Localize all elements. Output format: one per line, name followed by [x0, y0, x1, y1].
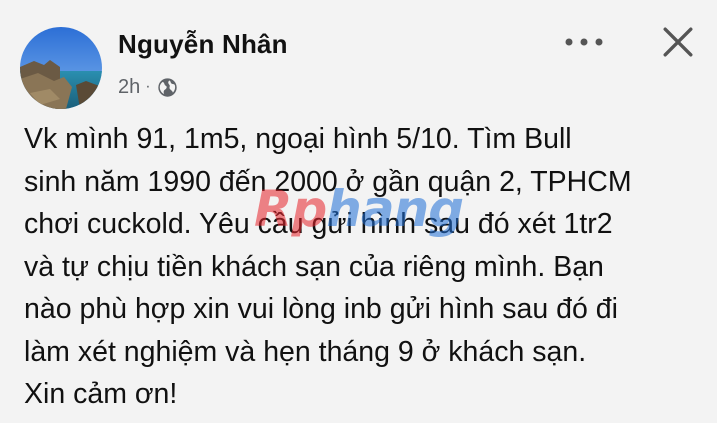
avatar[interactable]: [20, 27, 102, 109]
close-icon: [663, 27, 693, 57]
meta-separator: ·: [145, 78, 151, 95]
post-body-line: Vk mình 91, 1m5, ngoại hình 5/10. Tìm Bu…: [24, 123, 572, 155]
post-body-line: sinh năm 1990 đến 2000 ở gần quận 2, TPH…: [24, 165, 632, 198]
post-header: Nguyễn Nhân 2h ·: [0, 0, 717, 110]
globe-icon[interactable]: [157, 77, 178, 98]
post-time[interactable]: 2h: [118, 76, 140, 99]
close-button[interactable]: [656, 20, 700, 64]
author-name[interactable]: Nguyễn Nhân: [118, 29, 288, 60]
post-body-line: chơi cuckold. Yêu cầu gửi hình sau đó xé…: [24, 208, 613, 240]
post-body-line: làm xét nghiệm và hẹn tháng 9 ở khách sạ…: [24, 335, 587, 368]
post-body-line: và tự chịu tiền khách sạn của riêng mình…: [24, 250, 604, 283]
more-options-button[interactable]: [560, 26, 608, 58]
avatar-photo: [20, 27, 102, 109]
post-body-line: Xin cảm ơn!: [24, 378, 178, 410]
post-meta: 2h ·: [118, 73, 178, 101]
post-body-line: nào phù hợp xin vui lòng inb gửi hình sa…: [24, 293, 618, 325]
more-horizontal-icon: [565, 38, 603, 46]
post-body: Vk mình 91, 1m5, ngoại hình 5/10. Tìm Bu…: [24, 118, 704, 416]
